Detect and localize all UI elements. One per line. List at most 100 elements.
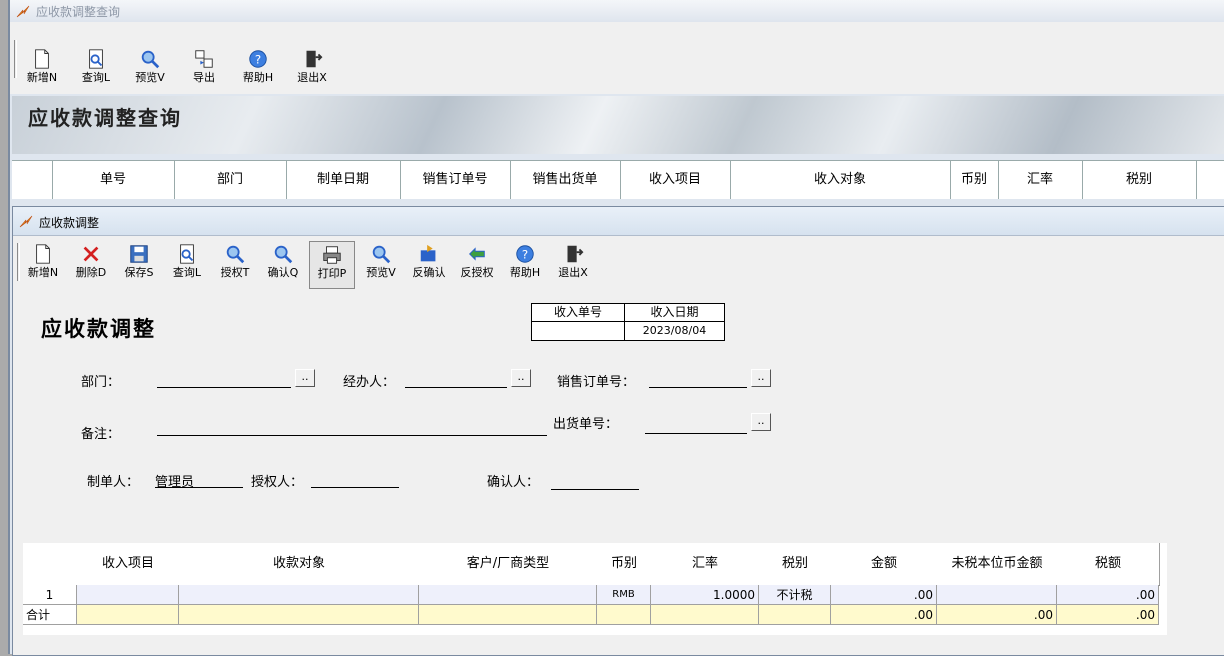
toolbar-button-label: 删除D bbox=[75, 266, 107, 279]
handler-picker-button[interactable]: .. bbox=[511, 369, 531, 387]
column-header[interactable]: 销售订单号 bbox=[400, 161, 511, 199]
auth-field[interactable] bbox=[311, 471, 399, 488]
preview-button[interactable]: 预览V bbox=[128, 46, 172, 92]
toolbar-button-label: 反授权 bbox=[460, 266, 494, 279]
sales-order-picker-button[interactable]: .. bbox=[751, 369, 771, 387]
grid-column-header[interactable]: 税额 bbox=[1057, 543, 1160, 586]
unconfirm-button[interactable]: 反确认 bbox=[407, 241, 451, 287]
total-cell bbox=[77, 605, 179, 625]
column-header[interactable]: 汇率 bbox=[998, 161, 1083, 199]
outer-titlebar: 应收款调整查询 bbox=[10, 0, 1224, 22]
unauthorize-arrow-icon bbox=[469, 247, 485, 261]
toolbar-button-label: 新增N bbox=[27, 266, 59, 279]
toolbar-button-label: 反确认 bbox=[412, 266, 446, 279]
total-cell: .00 bbox=[937, 605, 1057, 625]
delete-button[interactable]: 删除D bbox=[69, 241, 113, 287]
exit-button[interactable]: 退出X bbox=[551, 241, 595, 287]
confirm-field[interactable] bbox=[551, 473, 639, 490]
inner-titlebar: 应收款调整 bbox=[13, 207, 1224, 236]
authorize-button[interactable]: 授权T bbox=[213, 241, 257, 287]
app-icon bbox=[19, 215, 33, 228]
export-icon bbox=[195, 50, 213, 68]
outer-window-title: 应收款调整查询 bbox=[36, 5, 121, 19]
dept-picker-button[interactable]: .. bbox=[295, 369, 315, 387]
grid-cell[interactable]: .00 bbox=[1057, 585, 1159, 605]
column-header[interactable]: 单号 bbox=[52, 161, 175, 199]
help-icon: ? bbox=[249, 50, 267, 68]
receipt-date-value[interactable]: 2023/08/04 bbox=[625, 322, 724, 340]
ship-no-field[interactable] bbox=[645, 417, 747, 434]
unauthorize-button[interactable]: 反授权 bbox=[455, 241, 499, 287]
exit-button[interactable]: 退出X bbox=[290, 46, 334, 92]
grid-cell[interactable] bbox=[77, 585, 179, 605]
magnifier-icon bbox=[226, 245, 245, 264]
column-header[interactable]: 部门 bbox=[174, 161, 287, 199]
toolbar-button-label: 确认Q bbox=[267, 266, 299, 279]
help-icon: ? bbox=[516, 245, 534, 263]
grid-column-header[interactable]: 币别 bbox=[597, 543, 652, 586]
grid-cell[interactable] bbox=[937, 585, 1057, 605]
ship-no-label: 出货单号： bbox=[553, 417, 619, 432]
toolbar-button-label: 退出X bbox=[558, 266, 588, 279]
print-button[interactable]: 打印P bbox=[309, 241, 355, 289]
grid-column-header[interactable]: 客户/厂商类型 bbox=[419, 543, 598, 586]
grid-column-header[interactable]: 收入项目 bbox=[77, 543, 180, 586]
grid-corner bbox=[23, 543, 78, 586]
total-cell bbox=[651, 605, 759, 625]
grid-column-header[interactable]: 金额 bbox=[831, 543, 938, 586]
toolbar-button-label: 导出 bbox=[193, 71, 215, 84]
new-button[interactable]: 新增N bbox=[20, 46, 64, 92]
grid-column-header[interactable]: 未税本位币金额 bbox=[937, 543, 1058, 586]
detail-grid: 收入项目 收款对象 客户/厂商类型 币别 汇率 税别 金额 未税本位币金额 税额 1 RMB 1.00… bbox=[23, 543, 1167, 635]
maker-label: 制单人： bbox=[87, 475, 140, 490]
grid-column-header[interactable]: 收款对象 bbox=[179, 543, 420, 586]
total-cell: .00 bbox=[831, 605, 937, 625]
grid-cell[interactable] bbox=[419, 585, 597, 605]
column-header[interactable]: 销售出货单 bbox=[510, 161, 621, 199]
export-button[interactable]: 导出 bbox=[182, 46, 226, 92]
toolbar-button-label: 预览V bbox=[366, 266, 396, 279]
query-button[interactable]: 查询L bbox=[165, 241, 209, 287]
receipt-date-header: 收入日期 bbox=[625, 304, 724, 322]
help-button[interactable]: ? 帮助H bbox=[503, 241, 547, 287]
magnifier-icon bbox=[372, 245, 391, 264]
grid-cell[interactable] bbox=[179, 585, 419, 605]
grid-column-header[interactable]: 汇率 bbox=[651, 543, 760, 586]
receipt-no-value[interactable] bbox=[532, 322, 625, 340]
save-button[interactable]: 保存S bbox=[117, 241, 161, 287]
grid-cell[interactable]: 1.0000 bbox=[651, 585, 759, 605]
magnifier-icon bbox=[141, 50, 160, 69]
toolbar-button-label: 新增N bbox=[26, 71, 58, 84]
handler-label: 经办人： bbox=[343, 375, 396, 390]
query-button[interactable]: 查询L bbox=[74, 46, 118, 92]
grid-cell[interactable]: 不计税 bbox=[759, 585, 831, 605]
remark-field[interactable] bbox=[157, 419, 547, 436]
total-cell: .00 bbox=[1057, 605, 1159, 625]
grid-cell[interactable]: .00 bbox=[831, 585, 937, 605]
confirm-button[interactable]: 确认Q bbox=[261, 241, 305, 287]
toolbar-button-label: 授权T bbox=[220, 266, 250, 279]
help-button[interactable]: ? 帮助H bbox=[236, 46, 280, 92]
grid-column-header[interactable]: 税别 bbox=[759, 543, 832, 586]
toolbar-button-label: 打印P bbox=[317, 267, 347, 280]
dept-field[interactable] bbox=[157, 371, 291, 388]
column-header[interactable]: 收入对象 bbox=[730, 161, 951, 199]
inner-toolbar: 新增N 删除D 保存S 查询L 授权T 确认Q 打印P 预览V 反确认 反授权 ? 帮助H 退出X bbox=[13, 237, 1224, 291]
svg-text:?: ? bbox=[522, 248, 528, 262]
ship-no-picker-button[interactable]: .. bbox=[751, 413, 771, 431]
column-header[interactable]: 币别 bbox=[950, 161, 999, 199]
column-header[interactable]: 税别 bbox=[1082, 161, 1197, 199]
query-doc-icon bbox=[89, 49, 103, 69]
toolbar-button-label: 查询L bbox=[81, 71, 111, 84]
column-header[interactable]: 收入项目 bbox=[620, 161, 731, 199]
receipt-no-header: 收入单号 bbox=[532, 304, 625, 322]
dept-label: 部门： bbox=[81, 375, 121, 390]
exit-door-icon bbox=[567, 245, 584, 263]
grid-cell[interactable]: RMB bbox=[597, 585, 651, 605]
receipt-info-box: 收入单号 收入日期 2023/08/04 bbox=[531, 303, 725, 341]
handler-field[interactable] bbox=[405, 371, 507, 388]
sales-order-field[interactable] bbox=[649, 371, 747, 388]
new-button[interactable]: 新增N bbox=[21, 241, 65, 287]
column-header[interactable]: 制单日期 bbox=[286, 161, 401, 199]
preview-button[interactable]: 预览V bbox=[359, 241, 403, 287]
